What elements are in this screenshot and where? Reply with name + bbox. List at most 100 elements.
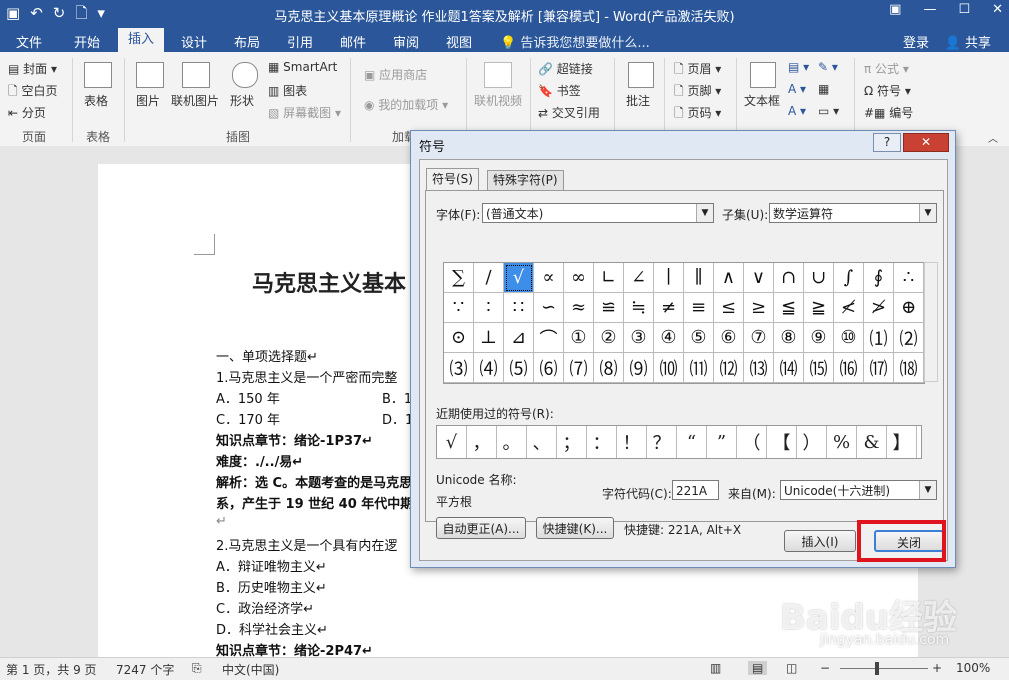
shortcut-key-button[interactable]: 快捷键(K)... [536, 517, 614, 539]
symbol-cell[interactable]: ∵ [444, 293, 474, 323]
zoom-out-button[interactable]: − [820, 661, 830, 675]
online-video-icon[interactable] [484, 62, 512, 88]
hyperlink-button[interactable]: 🔗 超链接 [538, 60, 593, 77]
header-button[interactable]: 🗋 页眉 ▾ [674, 60, 721, 81]
symbol-grid[interactable]: ∑ ∕ √ ∝ ∞ ∟ ∠ ∣ ∥ ∧ ∨ ∩ ∪ ∫ ∮ ∴ ∵ ∶ ∷ ∽ ≈ ≌ ≒ ≠ ≡ ≤ ≥ ≦ ≧ ≮ ≯ ⊕ ⊙ ⊥ ⊿ ⌒ ① ② ③ ④… [443, 262, 925, 384]
recent-symbol-cell[interactable]: 、 [527, 426, 557, 458]
language-indicator[interactable]: 中文(中国) [222, 661, 279, 678]
my-addins-button[interactable]: ◉ 我的加载项 ▾ [364, 96, 448, 113]
blank-page-button[interactable]: 🗋 空白页 [8, 82, 57, 103]
symbol-cell[interactable]: ∠ [624, 263, 654, 293]
ribbon-display-icon[interactable]: ▣ [889, 2, 901, 17]
symbol-cell[interactable]: ≈ [564, 293, 594, 323]
insert-button[interactable]: 插入(I) [784, 530, 856, 552]
symbol-cell[interactable]: ⑺ [564, 353, 594, 383]
picture-icon[interactable] [136, 62, 164, 88]
symbol-cell[interactable]: ⒃ [834, 353, 864, 383]
recent-symbol-cell[interactable]: √ [437, 426, 467, 458]
print-layout-icon[interactable]: ▤ [748, 661, 768, 675]
share-button[interactable]: 👤 共享 [945, 32, 991, 51]
symbol-cell[interactable]: ① [564, 323, 594, 353]
maximize-button[interactable]: ☐ [958, 2, 970, 17]
symbol-cell[interactable]: ⑼ [624, 353, 654, 383]
zoom-slider-track[interactable] [840, 668, 928, 669]
number-button[interactable]: #▦ 编号 [864, 104, 913, 121]
crossref-button[interactable]: ⇄ 交叉引用 [538, 104, 600, 121]
wordart-icon[interactable]: A ▾ [788, 82, 806, 96]
symbol-cell[interactable]: ⑽ [654, 353, 684, 383]
symbol-cell[interactable]: ≌ [594, 293, 624, 323]
symbol-cell[interactable]: ≯ [864, 293, 894, 323]
online-picture-button[interactable]: 联机图片 [171, 92, 219, 109]
equation-button[interactable]: π 公式 ▾ [864, 60, 909, 77]
symbol-cell[interactable]: ⑴ [864, 323, 894, 353]
symbol-grid-scrollbar[interactable] [924, 262, 938, 382]
symbol-cell[interactable]: ⑶ [444, 353, 474, 383]
symbol-cell[interactable]: ⑸ [504, 353, 534, 383]
recent-symbol-cell[interactable]: ” [707, 426, 737, 458]
symbol-cell[interactable]: ⑹ [534, 353, 564, 383]
symbol-cell[interactable]: ∣ [654, 263, 684, 293]
chevron-down-icon[interactable]: ▼ [696, 204, 713, 222]
page-break-button[interactable]: ⇤ 分页 [8, 104, 46, 121]
chevron-down-icon[interactable]: ▼ [919, 204, 936, 222]
symbol-cell[interactable]: ∝ [534, 263, 564, 293]
page-number-button[interactable]: 🗋 页码 ▾ [674, 104, 721, 125]
symbol-cell[interactable]: ≤ [714, 293, 744, 323]
recent-symbol-cell[interactable]: ； [557, 426, 587, 458]
online-picture-icon[interactable] [182, 62, 210, 88]
symbol-cell[interactable]: ② [594, 323, 624, 353]
quick-parts-icon[interactable]: ▤ ▾ [788, 60, 809, 74]
symbol-cell[interactable]: ⑻ [594, 353, 624, 383]
symbol-cell[interactable]: ⑤ [684, 323, 714, 353]
symbol-cell[interactable]: ⌒ [534, 323, 564, 353]
recent-symbol-cell[interactable]: 【 [767, 426, 797, 458]
chart-button[interactable]: ▥ 图表 [268, 82, 307, 99]
tab-design[interactable]: 设计 [181, 32, 207, 51]
web-layout-icon[interactable]: ◫ [786, 661, 797, 675]
dropcap-icon[interactable]: A ▾ [788, 104, 806, 118]
symbol-cell[interactable]: ⑵ [894, 323, 924, 353]
textbox-icon[interactable] [750, 62, 776, 88]
cover-page-button[interactable]: ▤ 封面 ▾ [8, 60, 57, 77]
symbol-cell[interactable]: ∥ [684, 263, 714, 293]
chevron-down-icon[interactable]: ▼ [919, 481, 936, 499]
symbol-cell[interactable]: ∩ [774, 263, 804, 293]
from-select[interactable]: Unicode(十六进制) ▼ [780, 480, 937, 500]
screenshot-button[interactable]: ▧ 屏幕截图 ▾ [268, 104, 341, 121]
symbol-cell[interactable]: ⑿ [714, 353, 744, 383]
login-link[interactable]: 登录 [903, 32, 929, 51]
recent-symbol-cell[interactable]: （ [737, 426, 767, 458]
tab-symbols[interactable]: 符号(S) [426, 168, 479, 190]
comment-icon[interactable] [628, 62, 654, 88]
tab-home[interactable]: 开始 [74, 32, 100, 51]
symbol-cell[interactable]: ≧ [804, 293, 834, 323]
symbol-cell[interactable]: ⑧ [774, 323, 804, 353]
tab-review[interactable]: 审阅 [393, 32, 419, 51]
autocorrect-button[interactable]: 自动更正(A)... [436, 517, 526, 539]
symbol-cell[interactable]: ⊿ [504, 323, 534, 353]
symbol-cell[interactable]: ≠ [654, 293, 684, 323]
symbol-cell[interactable]: ④ [654, 323, 684, 353]
page-count[interactable]: 第 1 页，共 9 页 [6, 661, 97, 678]
symbol-cell[interactable]: ≦ [774, 293, 804, 323]
tell-me-search[interactable]: 💡 告诉我您想要做什么... [500, 32, 650, 51]
symbol-cell[interactable]: ∑ [444, 263, 474, 293]
symbol-cell[interactable]: ∴ [894, 263, 924, 293]
symbol-cell[interactable]: ⊥ [474, 323, 504, 353]
signature-line-icon[interactable]: ✎ ▾ [818, 60, 838, 74]
symbol-cell[interactable]: ≒ [624, 293, 654, 323]
symbol-cell[interactable]: ∫ [834, 263, 864, 293]
object-icon[interactable]: ▭ ▾ [818, 104, 839, 118]
recent-symbol-cell[interactable]: “ [677, 426, 707, 458]
symbol-cell[interactable]: ⊕ [894, 293, 924, 323]
recent-symbol-cell[interactable]: ！ [617, 426, 647, 458]
date-time-icon[interactable]: ▦ [818, 82, 829, 96]
recent-symbol-cell[interactable]: & [857, 426, 887, 458]
symbol-cell[interactable]: ∶ [474, 293, 504, 323]
symbol-cell[interactable]: ∞ [564, 263, 594, 293]
symbol-cell[interactable]: ∕ [474, 263, 504, 293]
symbol-cell[interactable]: ∽ [534, 293, 564, 323]
collapse-ribbon-icon[interactable]: ︿ [988, 130, 998, 145]
tab-references[interactable]: 引用 [287, 32, 313, 51]
